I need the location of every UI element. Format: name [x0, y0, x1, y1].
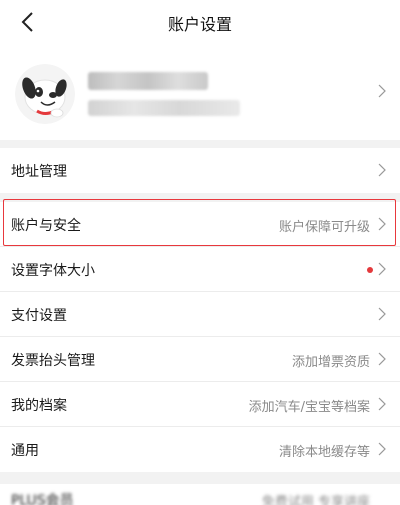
chevron-right-icon [378, 397, 386, 411]
notification-dot [367, 267, 373, 273]
username-blurred [88, 72, 208, 90]
row-label: 支付设置 [11, 308, 67, 324]
row-value: 添加汽车/宝宝等档案 [248, 400, 370, 415]
row-label: 通用 [11, 443, 39, 459]
account-security-row[interactable]: 账户与安全 账户保障可升级 [0, 202, 400, 247]
chevron-right-icon [378, 442, 386, 456]
chevron-right-icon [378, 262, 386, 276]
row-label: 账户与安全 [11, 218, 81, 234]
general-row[interactable]: 通用 清除本地缓存等 [0, 427, 400, 472]
profile-card[interactable] [0, 44, 400, 140]
plus-member-row[interactable]: PLUS会员 免费试用 专享讲座 [0, 484, 400, 505]
chevron-right-icon [378, 352, 386, 366]
settings-group-1: 地址管理 [0, 148, 400, 193]
row-label: 发票抬头管理 [11, 353, 95, 369]
row-value: 清除本地缓存等 [278, 445, 370, 460]
address-management-row[interactable]: 地址管理 [0, 148, 400, 193]
payment-settings-row[interactable]: 支付设置 [0, 292, 400, 337]
row-label: 设置字体大小 [11, 263, 95, 279]
avatar[interactable] [15, 64, 75, 124]
row-label: 地址管理 [11, 164, 67, 180]
row-label: PLUS会员 [11, 493, 74, 505]
chevron-right-icon [378, 163, 386, 177]
row-value: 账户保障可升级 [278, 220, 370, 235]
row-value: 添加增票资质 [291, 355, 370, 370]
my-profile-row[interactable]: 我的档案 添加汽车/宝宝等档案 [0, 382, 400, 427]
chevron-right-icon [378, 84, 386, 98]
invoice-title-row[interactable]: 发票抬头管理 添加增票资质 [0, 337, 400, 382]
font-size-row[interactable]: 设置字体大小 [0, 247, 400, 292]
settings-group-2: 账户与安全 账户保障可升级 设置字体大小 支付设置 发票抬头管理 添加增票资质 … [0, 202, 400, 472]
header-bar: 账户设置 [0, 0, 400, 44]
chevron-right-icon [378, 307, 386, 321]
account-info-blurred [88, 100, 240, 116]
page-title: 账户设置 [167, 15, 232, 34]
row-label: 我的档案 [11, 398, 67, 414]
row-value: 免费试用 专享讲座 [261, 495, 370, 505]
jd-dog-mascot-icon [15, 64, 75, 124]
chevron-right-icon [378, 217, 386, 231]
